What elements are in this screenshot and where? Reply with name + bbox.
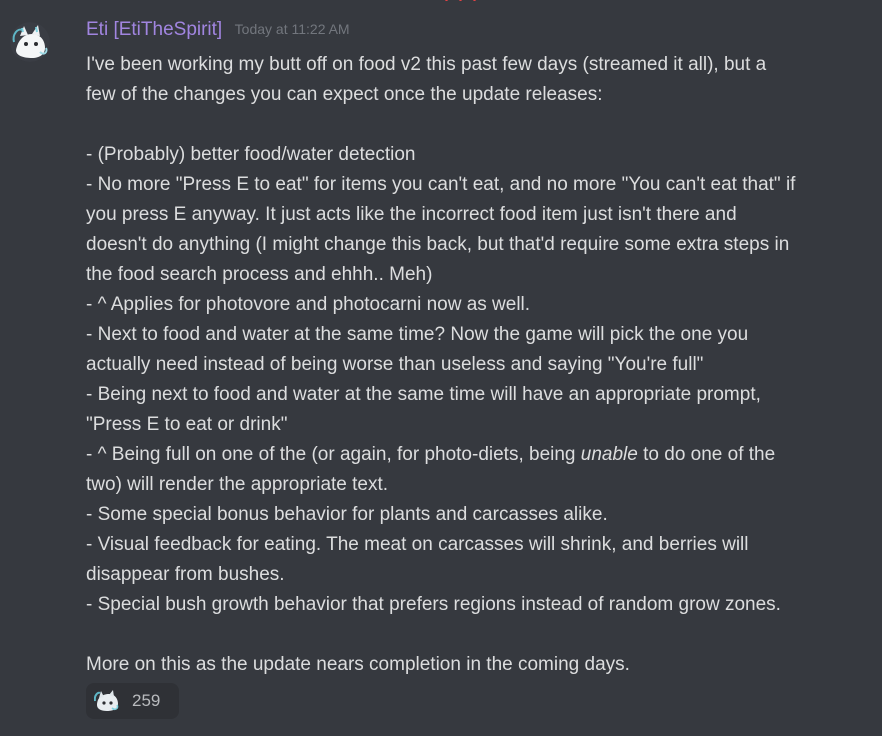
message-line: doesn't do anything (I might change this… bbox=[86, 234, 790, 255]
username[interactable]: Eti [EtiTheSpirit] bbox=[86, 19, 222, 40]
message-line: you press E anyway. It just acts like th… bbox=[86, 204, 737, 225]
chat-message: Eti [EtiTheSpirit] Today at 11:22 AM I'v… bbox=[0, 0, 882, 736]
reaction-button[interactable]: 259 bbox=[86, 683, 179, 719]
message-line: two) will render the appropriate text. bbox=[86, 474, 389, 495]
spirit-creature-avatar-icon bbox=[10, 22, 50, 62]
message-line: few of the changes you can expect once t… bbox=[86, 84, 603, 105]
message-line: - Being next to food and water at the sa… bbox=[86, 384, 761, 405]
message-line: "Press E to eat or drink" bbox=[86, 414, 288, 435]
message-line: - Visual feedback for eating. The meat o… bbox=[86, 534, 749, 555]
message-line: - Some special bonus behavior for plants… bbox=[86, 504, 608, 525]
message-line: - Next to food and water at the same tim… bbox=[86, 324, 749, 345]
message-line: - ^ Applies for photovore and photocarni… bbox=[86, 294, 531, 315]
message-line: disappear from bushes. bbox=[86, 564, 285, 585]
message-header: Eti [EtiTheSpirit] Today at 11:22 AM bbox=[86, 19, 350, 41]
reaction-count: 259 bbox=[132, 691, 161, 710]
custom-creature-emoji-icon bbox=[94, 690, 119, 711]
message-line: More on this as the update nears complet… bbox=[86, 654, 630, 675]
italic-text: unable bbox=[580, 444, 638, 465]
message-line: - (Probably) better food/water detection bbox=[86, 144, 416, 165]
message-timestamp[interactable]: Today at 11:22 AM bbox=[235, 21, 350, 37]
message-line: the food search process and ehhh.. Meh) bbox=[86, 264, 433, 285]
message-line: actually need instead of being worse tha… bbox=[86, 354, 704, 375]
unread-indicator-dots bbox=[445, 0, 485, 2]
message-line-with-italic: - ^ Being full on one of the (or again, … bbox=[86, 440, 876, 470]
message-content: I've been working my butt off on food v2… bbox=[86, 50, 876, 680]
user-avatar[interactable] bbox=[10, 22, 50, 62]
message-text-segment: to do one of the bbox=[637, 444, 776, 465]
message-line: - No more "Press E to eat" for items you… bbox=[86, 174, 796, 195]
message-line: I've been working my butt off on food v2… bbox=[86, 54, 767, 75]
message-line: - Special bush growth behavior that pref… bbox=[86, 594, 781, 615]
message-text-segment: - ^ Being full on one of the (or again, … bbox=[86, 444, 581, 465]
